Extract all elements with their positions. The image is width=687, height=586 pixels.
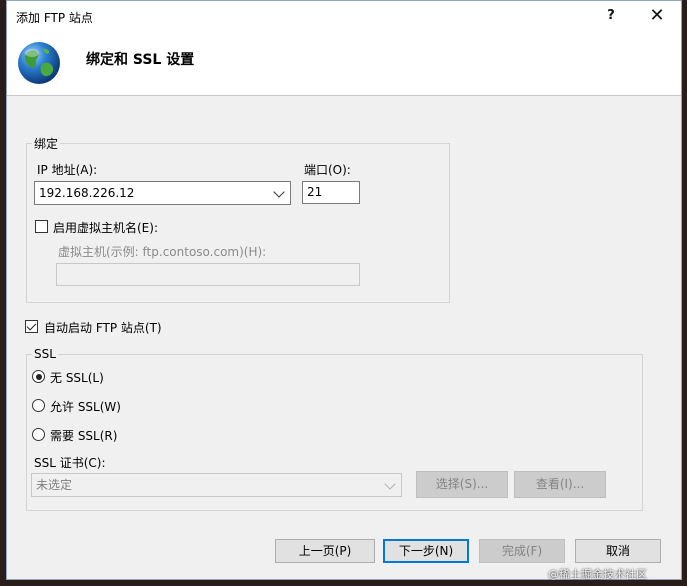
virtual-host-label: 虚拟主机(示例: ftp.contoso.com)(H): <box>58 245 267 259</box>
port-value: 21 <box>307 185 323 199</box>
page-title: 绑定和 SSL 设置 <box>86 52 195 68</box>
ssl-certificate-combobox[interactable]: 未选定 <box>31 473 402 497</box>
wizard-header: 绑定和 SSL 设置 <box>7 31 681 96</box>
next-button[interactable]: 下一步(N) <box>383 539 469 563</box>
finish-button[interactable]: 完成(F) <box>479 539 565 563</box>
ip-address-label: IP 地址(A): <box>37 163 98 177</box>
port-input[interactable]: 21 <box>302 181 360 204</box>
globe-icon <box>18 42 60 84</box>
virtual-host-checkbox-label[interactable]: 启用虚拟主机名(E): <box>53 219 158 236</box>
virtual-host-input[interactable] <box>56 263 360 286</box>
ssl-certificate-value: 未选定 <box>36 478 73 492</box>
add-ftp-site-dialog: 添加 FTP 站点 ? ✕ 绑定和 SSL 设置 绑定 IP 地址(A): 19… <box>6 0 682 580</box>
radio-require-ssl-label[interactable]: 需要 SSL(R) <box>50 427 117 444</box>
radio-allow-ssl[interactable] <box>32 399 45 412</box>
virtual-host-checkbox[interactable] <box>35 220 48 233</box>
help-button[interactable]: ? <box>599 6 623 26</box>
previous-button[interactable]: 上一页(P) <box>275 539 375 563</box>
watermark: @稀土掘金技术社区 <box>548 568 647 581</box>
radio-no-ssl-label[interactable]: 无 SSL(L) <box>50 369 104 386</box>
radio-allow-ssl-label[interactable]: 允许 SSL(W) <box>50 398 121 415</box>
ssl-certificate-label: SSL 证书(C): <box>34 456 106 470</box>
radio-require-ssl[interactable] <box>32 428 45 441</box>
ip-address-combobox[interactable]: 192.168.226.12 <box>34 181 291 205</box>
close-button[interactable]: ✕ <box>645 6 669 26</box>
cancel-button[interactable]: 取消 <box>575 539 661 563</box>
auto-start-label[interactable]: 自动启动 FTP 站点(T) <box>44 319 162 336</box>
chevron-down-icon[interactable] <box>273 186 285 198</box>
port-label: 端口(O): <box>304 163 351 177</box>
title-bar: 添加 FTP 站点 ? ✕ <box>7 1 681 31</box>
window-title: 添加 FTP 站点 <box>16 11 93 25</box>
ip-address-value: 192.168.226.12 <box>39 186 135 200</box>
binding-group-label: 绑定 <box>32 135 61 152</box>
select-certificate-button[interactable]: 选择(S)... <box>416 471 508 498</box>
radio-no-ssl[interactable] <box>32 370 45 383</box>
view-certificate-button[interactable]: 查看(I)... <box>514 471 606 498</box>
chevron-down-icon[interactable] <box>384 478 396 490</box>
ssl-group-label: SSL <box>32 347 58 361</box>
auto-start-checkbox[interactable] <box>25 320 38 333</box>
